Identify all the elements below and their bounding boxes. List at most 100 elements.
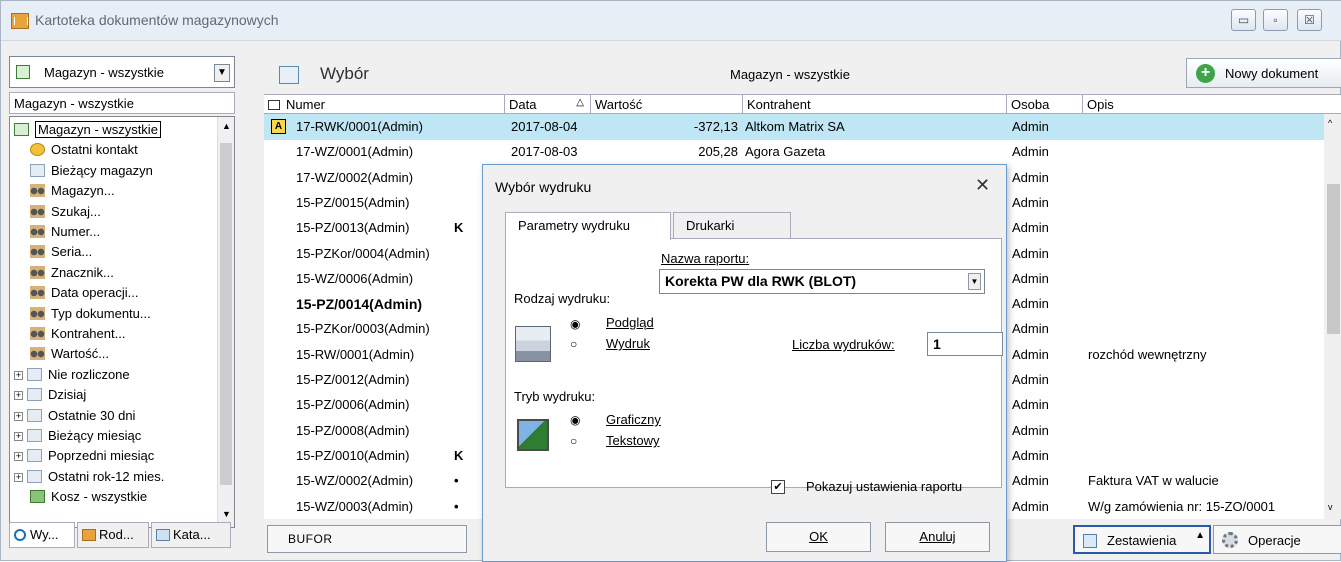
tab-search[interactable]: Wy... (9, 522, 75, 548)
table-row[interactable]: A 17-RWK/0001(Admin) 2017-08-04 -372,13 Altk… (264, 114, 1341, 140)
tree-item[interactable]: Wartość... (30, 345, 109, 364)
grid-icon (27, 429, 42, 442)
binoculars-icon (30, 184, 45, 198)
list-scrollbar[interactable]: ^ v (1324, 114, 1341, 519)
tree-item[interactable]: Magazyn... (30, 182, 115, 201)
binoculars-icon (30, 245, 45, 259)
expand-icon[interactable]: + (14, 370, 23, 380)
tree-item[interactable]: Szukaj... (30, 203, 101, 222)
tab-catalog[interactable]: Kata... (151, 522, 231, 548)
tree-item-label: Ostatni kontakt (51, 142, 138, 158)
plus-icon: + (1196, 64, 1215, 83)
scroll-up-icon[interactable]: ▲ (222, 121, 231, 131)
cell-data: 2017-08-03 (511, 144, 578, 160)
chevron-down-icon[interactable]: ▼ (968, 273, 981, 290)
tree-item-label: Szukaj... (51, 203, 101, 219)
warehouse-combo[interactable]: Magazyn - wszystkie ▼ (9, 56, 235, 88)
cell-numer: 15-WZ/0003(Admin) (296, 498, 414, 514)
expand-icon[interactable]: + (14, 472, 23, 482)
cell-numer: 15-PZ/0014(Admin) (296, 296, 423, 313)
scroll-down-icon[interactable]: ▼ (222, 509, 231, 519)
text-radio[interactable]: ○ (570, 435, 582, 447)
graphic-radio[interactable]: ◉ (570, 414, 582, 426)
left-panel: Magazyn - wszystkie ▼ Magazyn - wszystki… (9, 56, 235, 528)
maximize-button[interactable]: ▫ (1263, 9, 1288, 31)
tree-item[interactable]: Kosz - wszystkie (30, 488, 147, 507)
table-row[interactable]: 17-WZ/0001(Admin) 2017-08-03 205,28 Agora G… (264, 139, 1341, 165)
list-scroll-thumb[interactable] (1327, 184, 1340, 334)
filter-tree: ▲ ▼ Magazyn - wszystkie Ostatni kontakt Bi… (9, 116, 235, 528)
copies-input[interactable]: 1 (927, 332, 1003, 356)
preview-label: Podgląd (606, 315, 654, 330)
col-wartosc[interactable]: Wartość (591, 95, 743, 114)
tree-item[interactable]: + Ostatnie 30 dni (14, 407, 135, 426)
col-osoba[interactable]: Osoba (1007, 95, 1083, 114)
col-data[interactable]: Data △ (505, 95, 591, 114)
checkbox-icon[interactable] (268, 100, 280, 110)
tree-item-label: Seria... (51, 244, 93, 260)
new-document-button[interactable]: + Nowy dokument (1186, 58, 1341, 88)
cell-numer: 15-PZ/0015(Admin) (296, 194, 410, 210)
col-osoba-label: Osoba (1011, 97, 1050, 112)
expand-icon[interactable]: + (14, 391, 23, 401)
tab-printers-label: Drukarki (686, 218, 735, 233)
report-name-select[interactable]: Korekta PW dla RWK (BLOT) ▼ (659, 269, 985, 294)
tree-item[interactable]: Magazyn - wszystkie (14, 121, 161, 140)
tree-scroll-thumb[interactable] (220, 143, 232, 485)
tab-types[interactable]: Rod... (77, 522, 149, 548)
show-settings-checkbox[interactable]: ✔ (771, 480, 785, 494)
tree-item[interactable]: Znacznik... (30, 264, 114, 283)
col-numer[interactable]: Numer (264, 95, 505, 114)
expand-icon[interactable]: + (14, 452, 23, 462)
tree-item[interactable]: Numer... (30, 223, 100, 242)
tree-item[interactable]: + Bieżący miesiąc (14, 427, 141, 446)
report-name-label: Nazwa raportu: (661, 251, 750, 266)
list-icon (279, 66, 299, 84)
new-document-label: Nowy dokument (1225, 66, 1319, 81)
sort-icon: △ (576, 97, 584, 108)
tree-item[interactable]: + Dzisiaj (14, 386, 86, 405)
tree-item[interactable]: + Ostatni rok-12 mies. (14, 468, 164, 487)
chevron-down-icon[interactable]: ▼ (214, 64, 230, 82)
copies-label: Liczba wydruków: (792, 337, 895, 352)
tree-item[interactable]: Kontrahent... (30, 325, 125, 344)
bufor-button[interactable]: BUFOR (267, 525, 467, 553)
tree-scrollbar[interactable]: ▲ ▼ (217, 117, 234, 527)
zestawienia-button[interactable]: Zestawienia ▲ (1073, 525, 1211, 554)
operacje-button[interactable]: Operacje (1213, 525, 1341, 554)
ok-label: OK (809, 529, 828, 544)
tree-item[interactable]: Bieżący magazyn (30, 162, 153, 181)
col-wartosc-label: Wartość (595, 97, 643, 112)
cancel-button[interactable]: Anuluj (885, 522, 990, 552)
dialog-title: Wybór wydruku (495, 179, 592, 195)
tree-item[interactable]: Seria... (30, 243, 92, 262)
scroll-down-icon[interactable]: v (1328, 502, 1333, 512)
ok-button[interactable]: OK (766, 522, 871, 552)
cell-kontrahent: Agora Gazeta (745, 144, 826, 160)
col-opis[interactable]: Opis (1083, 95, 1341, 114)
tab-print-params[interactable]: Parametry wydruku (505, 212, 671, 240)
tree-item[interactable]: + Nie rozliczone (14, 366, 130, 385)
close-icon[interactable]: ✕ (975, 175, 990, 196)
tree-item[interactable]: Typ dokumentu... (30, 305, 151, 324)
cell-numer: 15-WZ/0002(Admin) (296, 473, 414, 489)
tree-item[interactable]: + Poprzedni miesiąc (14, 447, 154, 466)
status-badge: A (271, 119, 286, 134)
expand-icon[interactable]: + (14, 411, 23, 421)
tab-printers[interactable]: Drukarki (673, 212, 791, 239)
tree-item-label: Numer... (51, 224, 101, 239)
table-header: Numer Data △ Wartość Kontrahent Osoba Opi… (264, 94, 1341, 114)
expand-icon[interactable]: + (14, 432, 23, 441)
scroll-up-icon[interactable]: ^ (1328, 118, 1332, 128)
binoculars-icon (30, 265, 45, 279)
tree-item-label: Ostatni rok-12 mies. (48, 468, 165, 484)
close-window-button[interactable]: ☒ (1297, 9, 1322, 31)
col-kontrahent[interactable]: Kontrahent (743, 95, 1007, 114)
preview-radio[interactable]: ◉ (570, 318, 582, 330)
row-marker: • (454, 498, 459, 514)
minimize-button[interactable]: ▭ (1231, 9, 1256, 31)
tree-item[interactable]: Data operacji... (30, 284, 138, 303)
col-data-label: Data (509, 97, 537, 112)
tree-item[interactable]: Ostatni kontakt (30, 141, 138, 160)
print-radio[interactable]: ○ (570, 338, 582, 350)
